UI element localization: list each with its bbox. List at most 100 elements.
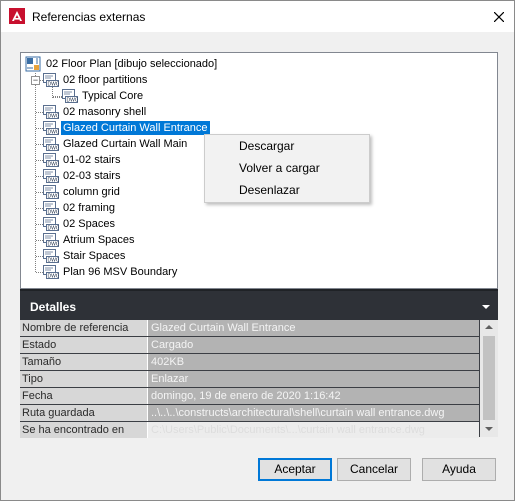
tree-item[interactable]: DWG 01-02 stairs (43, 152, 122, 168)
tree-item[interactable]: DWG Atrium Spaces (43, 232, 137, 248)
dwg-icon-text: DWG (67, 98, 79, 103)
tree-item-label: column grid (63, 186, 120, 198)
details-title: Detalles (30, 300, 77, 314)
details-header[interactable]: Detalles (20, 289, 498, 320)
menu-item-unload[interactable]: Descargar (206, 136, 368, 157)
details-key: Nombre de referencia (20, 320, 148, 336)
tree-item[interactable]: DWG column grid (43, 184, 122, 200)
tree-child-item[interactable]: DWG Typical Core (62, 88, 145, 104)
menu-item-reload[interactable]: Volver a cargar (206, 158, 368, 179)
tree-connector (53, 96, 62, 97)
details-key: Tipo (20, 371, 148, 387)
accept-button[interactable]: Aceptar (258, 458, 332, 481)
tree-root[interactable]: 02 Floor Plan [dibujo seleccionado] (25, 56, 219, 72)
details-key: Estado (20, 337, 148, 353)
scroll-down-icon[interactable] (485, 427, 493, 431)
details-row: Se ha encontrado en C:\Users\Public\Docum… (20, 422, 480, 439)
close-icon (494, 11, 504, 22)
scroll-up-icon[interactable] (485, 325, 493, 329)
tree-item[interactable]: DWG 02 floor partitions (43, 72, 149, 88)
dwg-icon-text: DWG (48, 114, 60, 119)
close-button[interactable] (484, 1, 514, 32)
details-key: Tamaño (20, 354, 148, 370)
details-row: Tipo Enlazar (20, 371, 480, 388)
xref-dialog: Referencias externas 02 Floor Plan [dibu… (0, 0, 515, 501)
tree-connector (36, 112, 43, 113)
menu-item-detach[interactable]: Desenlazar (206, 180, 368, 201)
details-panel: Detalles Nombre de referencia Glazed Curt… (20, 289, 498, 439)
details-key: Ruta guardada (20, 405, 148, 421)
dwg-icon-text: DWG (48, 194, 60, 199)
tree-item[interactable]: DWG 02-03 stairs (43, 168, 122, 184)
dwg-file-icon: DWG (43, 249, 59, 263)
details-value: Enlazar (148, 371, 479, 387)
drawing-icon (25, 56, 41, 72)
dwg-icon-text: DWG (48, 162, 60, 167)
tree-item[interactable]: DWG Plan 96 MSV Boundary (43, 264, 179, 280)
tree-item-label: 02 floor partitions (63, 74, 148, 86)
help-button[interactable]: Ayuda (422, 458, 496, 481)
dwg-file-icon: DWG (43, 201, 59, 215)
tree-connector (36, 176, 43, 177)
dwg-icon-text: DWG (48, 178, 60, 183)
title-bar: Referencias externas (1, 1, 514, 32)
tree-item-label: 02-03 stairs (63, 170, 121, 182)
tree-item[interactable]: DWG Stair Spaces (43, 248, 127, 264)
tree-connector (36, 224, 43, 225)
dwg-file-icon: DWG (43, 137, 59, 151)
tree-connector (36, 192, 43, 193)
dwg-icon-text: DWG (48, 274, 60, 279)
context-menu: Descargar Volver a cargar Desenlazar (204, 134, 370, 203)
tree-item-label: 02 framing (63, 202, 115, 214)
details-scrollbar[interactable] (480, 320, 498, 437)
tree-item-label: Glazed Curtain Wall Entrance (60, 120, 211, 136)
tree-item-label: 01-02 stairs (63, 154, 121, 166)
details-grid: Nombre de referencia Glazed Curtain Wall … (20, 320, 480, 439)
tree-item-label: Glazed Curtain Wall Main (63, 138, 188, 150)
tree-connector (36, 256, 43, 257)
dwg-file-icon: DWG (43, 217, 59, 231)
tree-item[interactable]: DWG 02 framing (43, 200, 117, 216)
details-value: Cargado (148, 337, 479, 353)
tree-item[interactable]: DWG 02 masonry shell (43, 104, 148, 120)
tree-item-label: Stair Spaces (63, 250, 126, 262)
tree-item-label: Typical Core (82, 90, 144, 102)
tree-connector (36, 128, 43, 129)
tree-item-label: Plan 96 MSV Boundary (63, 266, 178, 278)
tree-connector (36, 144, 43, 145)
tree-connector (35, 73, 36, 272)
chevron-down-icon[interactable] (482, 305, 490, 309)
details-row: Estado Cargado (20, 337, 480, 354)
tree-item-label: Atrium Spaces (63, 234, 135, 246)
dwg-file-icon: DWG (43, 233, 59, 247)
dwg-icon-text: DWG (48, 146, 60, 151)
dwg-icon-text: DWG (48, 242, 60, 247)
tree-connector (36, 208, 43, 209)
details-row: Tamaño 402KB (20, 354, 480, 371)
details-row: Ruta guardada ..\..\..\constructs\archite… (20, 405, 480, 422)
cancel-button[interactable]: Cancelar (337, 458, 411, 481)
details-key: Fecha (20, 388, 148, 404)
details-value: ..\..\..\constructs\architectural\shell\… (148, 405, 479, 421)
dwg-icon-text: DWG (48, 226, 60, 231)
scrollbar-thumb[interactable] (483, 336, 495, 420)
dwg-file-icon: DWG (43, 121, 59, 135)
minus-expander-icon[interactable]: − (31, 76, 40, 85)
details-value: Glazed Curtain Wall Entrance (148, 320, 479, 336)
dwg-file-icon: DWG (43, 105, 59, 119)
window-title: Referencias externas (32, 10, 146, 24)
dwg-file-icon: DWG (43, 73, 59, 87)
tree-item[interactable]: DWG Glazed Curtain Wall Entrance (43, 120, 211, 136)
tree-item[interactable]: DWG Glazed Curtain Wall Main (43, 136, 189, 152)
autocad-logo-icon (9, 8, 25, 24)
tree-connector (36, 272, 43, 273)
dwg-icon-text: DWG (48, 82, 60, 87)
dwg-file-icon: DWG (43, 153, 59, 167)
tree-item[interactable]: DWG 02 Spaces (43, 216, 117, 232)
details-row: Fecha domingo, 19 de enero de 2020 1:16:4… (20, 388, 480, 405)
dwg-file-icon: DWG (43, 265, 59, 279)
tree-item-label: 02 Spaces (63, 218, 115, 230)
details-value: C:\Users\Public\Documents\...\curtain wa… (148, 422, 479, 438)
details-row: Nombre de referencia Glazed Curtain Wall … (20, 320, 480, 337)
tree-connector (36, 240, 43, 241)
